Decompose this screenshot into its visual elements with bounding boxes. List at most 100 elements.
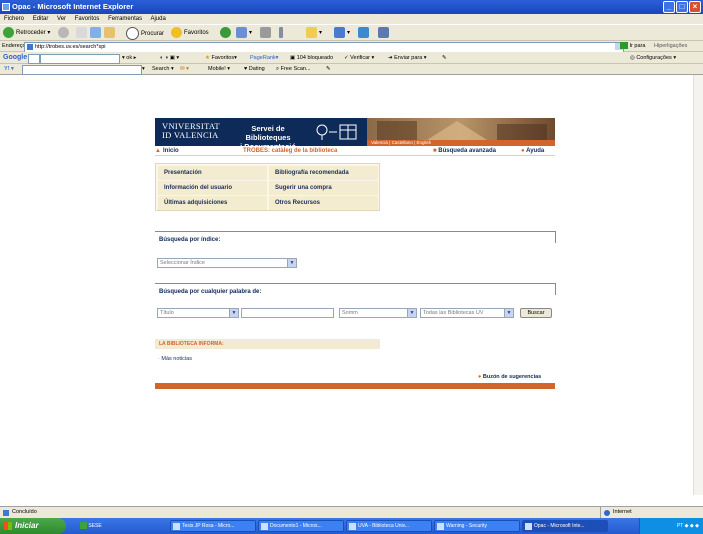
taskbar-item-thesis[interactable]: Tesis JP Rosa - Micro... xyxy=(170,520,256,532)
mail-button[interactable]: ▾ xyxy=(236,27,252,39)
vertical-scrollbar[interactable] xyxy=(693,75,703,495)
presentation-link[interactable]: Presentación xyxy=(158,166,267,180)
word-icon xyxy=(173,523,180,530)
yahoo-search-input[interactable] xyxy=(22,65,142,75)
google-toolbar: Google ▾ ok ▸ ◐ ◑ ▣ ▾ ★ Favoritos▾ PageR… xyxy=(0,52,703,64)
research-button[interactable]: ▾ xyxy=(334,27,350,39)
taskbar-item-document[interactable]: Documento1 - Micros... xyxy=(258,520,344,532)
yahoo-dropdown[interactable]: ▾ xyxy=(142,64,145,75)
google-g-icon[interactable] xyxy=(28,54,40,64)
quick-launch[interactable]: SESE xyxy=(80,521,102,531)
taskbar-item-warning[interactable]: Warning - Security xyxy=(434,520,520,532)
menu-favorites[interactable]: Favoritos xyxy=(75,16,100,22)
language-selector[interactable]: Valencià | Castellano | English xyxy=(367,140,555,146)
system-tray: PT ◆ ◆ ◆ xyxy=(639,518,703,534)
ie-icon xyxy=(349,523,356,530)
yahoo-mail-icon[interactable]: ✉ ▾ xyxy=(180,64,189,75)
lightbulb-logo-icon xyxy=(316,124,357,140)
search-submit-button[interactable]: Buscar xyxy=(520,308,552,318)
history-icon xyxy=(220,27,231,38)
menu-edit[interactable]: Editar xyxy=(33,16,49,22)
recommended-bibliography-link[interactable]: Bibliografía recomendada xyxy=(269,166,378,180)
page-done-icon xyxy=(3,510,9,516)
tray-icons[interactable]: ◆ ◆ ◆ xyxy=(685,523,699,529)
folder-button[interactable]: ▾ xyxy=(306,27,322,39)
page-icon xyxy=(27,44,33,50)
dating-button[interactable]: ♥ Dating xyxy=(244,64,265,75)
other-resources-link[interactable]: Otros Recursos xyxy=(269,196,378,210)
search-button[interactable]: Procurar xyxy=(126,27,164,40)
quick-launch-icon xyxy=(80,522,87,530)
folder-icon xyxy=(306,27,317,38)
stop-button[interactable] xyxy=(76,27,89,39)
print-button[interactable] xyxy=(260,27,273,39)
user-information-link[interactable]: Información del usuario xyxy=(158,181,267,195)
address-label: Endereço xyxy=(2,43,26,49)
forward-button[interactable] xyxy=(58,27,71,39)
edit-button[interactable] xyxy=(279,27,285,39)
close-button[interactable]: × xyxy=(689,1,701,13)
edit-icon xyxy=(279,27,283,38)
pencil-icon[interactable]: ✎ xyxy=(442,52,447,64)
menu-file[interactable]: Fichero xyxy=(4,16,24,22)
refresh-button[interactable] xyxy=(90,27,103,39)
standard-toolbar: Retroceder ▾ Procurar Favoritos ▾ ▾ ▾ xyxy=(0,24,703,41)
go-button[interactable]: Ir para xyxy=(620,41,645,52)
go-arrow-icon xyxy=(620,42,628,50)
menu-view[interactable]: Ver xyxy=(57,16,66,22)
word-search-title: Búsqueda por cualquier palabra de: xyxy=(159,289,262,295)
start-button[interactable]: Iniciar xyxy=(0,518,66,534)
maximize-button[interactable]: □ xyxy=(676,1,688,13)
history-button[interactable] xyxy=(220,27,233,39)
google-favorites[interactable]: ★ Favoritos▾ xyxy=(205,52,237,64)
back-button[interactable]: Retroceder ▾ xyxy=(3,27,50,39)
freescan-button[interactable]: ⌕ Free Scan... xyxy=(276,64,311,75)
menu-help[interactable]: Ajuda xyxy=(150,16,165,22)
suggest-purchase-link[interactable]: Sugerir una compra xyxy=(269,181,378,195)
messenger-icon xyxy=(358,27,369,38)
chevron-down-icon: ▼ xyxy=(407,309,416,317)
library-select[interactable]: Todas las Bibliotecas UV ▼ xyxy=(420,308,514,318)
google-search-button[interactable]: ▾ ok ▸ xyxy=(122,52,136,64)
research-icon xyxy=(334,27,345,38)
minimize-button[interactable]: _ xyxy=(663,1,675,13)
advanced-search-link[interactable]: ■ Búsqueda avanzada xyxy=(433,147,496,156)
search-mode-select[interactable]: Somm ▼ xyxy=(339,308,417,318)
messenger-button[interactable] xyxy=(358,27,371,39)
pencil-icon[interactable]: ✎ xyxy=(326,64,331,75)
more-news-link[interactable]: · Más noticias xyxy=(158,356,192,362)
search-term-input[interactable] xyxy=(241,308,334,318)
window-title-bar: Opac - Microsoft Internet Explorer _ □ × xyxy=(0,0,703,14)
recent-acquisitions-link[interactable]: Últimas adquisiciones xyxy=(158,196,267,210)
popup-blocked[interactable]: ▣ 104 bloqueado xyxy=(290,52,333,64)
menu-tools[interactable]: Ferramentas xyxy=(108,16,142,22)
catalog-nav: ▲ Inicio TROBES: catàleg de la bibliotec… xyxy=(155,147,555,156)
home-button[interactable] xyxy=(104,27,117,39)
window-title: Opac - Microsoft Internet Explorer xyxy=(12,2,134,11)
divider xyxy=(555,231,556,243)
google-search-input[interactable] xyxy=(40,54,120,64)
check-button[interactable]: ✓ Verificar ▾ xyxy=(344,52,374,64)
home-arrow-icon: ▲ xyxy=(155,148,161,154)
google-settings[interactable]: ◎ Configurações ▾ xyxy=(630,52,676,64)
language-indicator[interactable]: PT xyxy=(677,523,683,529)
address-url: http://trobes.uv.es/search*spi xyxy=(35,44,106,50)
index-select[interactable]: Seleccionar Índice ▼ xyxy=(157,258,297,268)
google-buttons[interactable]: ◐ ◑ ▣ ▾ xyxy=(160,52,179,64)
home-link[interactable]: Inicio xyxy=(163,147,179,156)
taskbar-item-library[interactable]: UVA - Biblioteca Univ... xyxy=(346,520,432,532)
suggestions-link[interactable]: ● Buzón de sugerencias xyxy=(478,374,541,380)
help-link[interactable]: ● Ayuda xyxy=(521,147,544,156)
tools-button[interactable] xyxy=(378,27,391,39)
favorites-button[interactable]: Favoritos xyxy=(171,27,209,39)
index-search-title: Búsqueda por índice: xyxy=(159,237,221,243)
send-button[interactable]: ➜ Enviar para ▾ xyxy=(388,52,427,64)
field-select[interactable]: Título ▼ xyxy=(157,308,239,318)
taskbar-item-opac[interactable]: Opac - Microsoft Inte... xyxy=(522,520,608,532)
divider xyxy=(600,507,601,518)
yahoo-search-button[interactable]: Search ▾ xyxy=(152,64,174,75)
university-logo: VNIVERSITAT ID VALENCIA xyxy=(162,121,220,140)
links-label[interactable]: Hiperligações xyxy=(654,41,687,52)
mobile-button[interactable]: Mobile! ▾ xyxy=(208,64,230,75)
stop-icon xyxy=(76,27,87,38)
